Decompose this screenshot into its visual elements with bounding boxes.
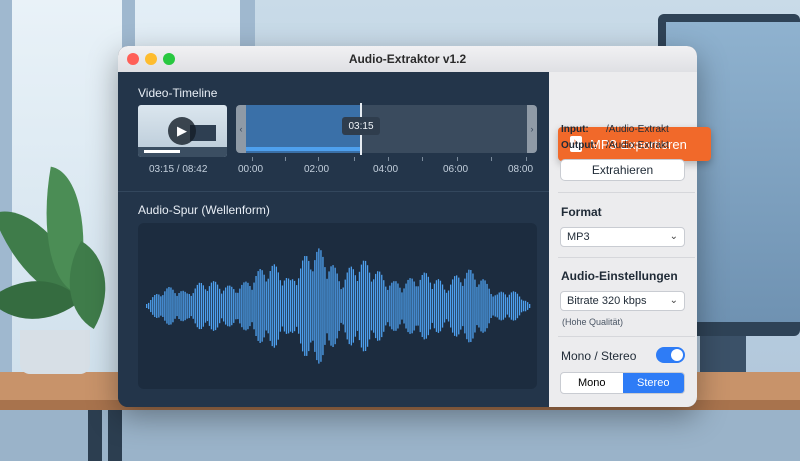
export-button-label: MP3 Exportieren [590, 136, 687, 152]
desk-leg [88, 410, 102, 461]
plant-pot [20, 330, 90, 374]
window-title: Audio-Extraktor v1.2 [348, 52, 467, 66]
audio-file-icon [570, 136, 582, 152]
title-bar: Audio-Extraktor v1.2 [118, 46, 697, 73]
app-window: Audio-Extraktor v1.2 [118, 46, 697, 407]
settings-panel [549, 72, 697, 407]
timeline-title: Video-Timeline [138, 86, 218, 100]
monitor-stand [700, 336, 746, 376]
mp3-export-button[interactable]: MP3 Exportieren [558, 127, 711, 161]
desk-leg [108, 410, 122, 461]
editor-panel [118, 72, 549, 407]
